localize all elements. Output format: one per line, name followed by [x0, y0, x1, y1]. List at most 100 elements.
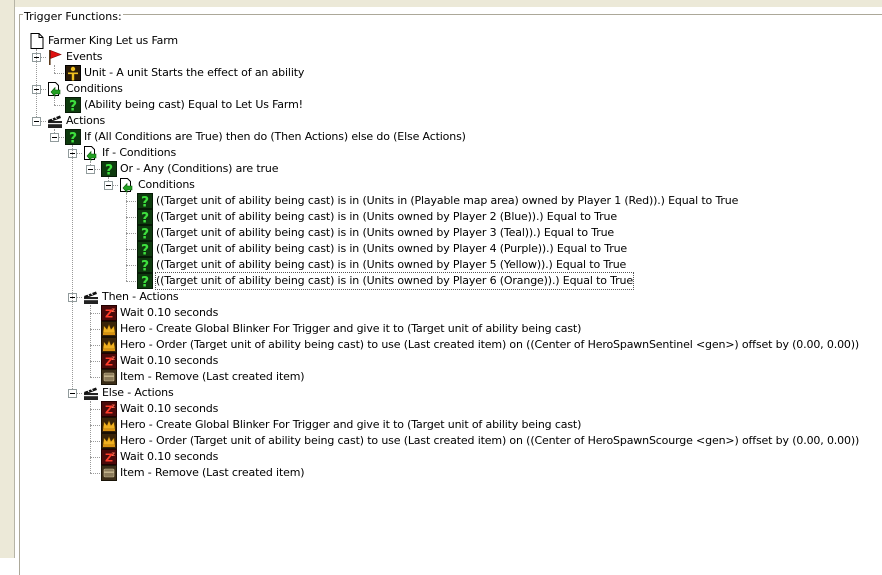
tree-item-label: If (All Conditions are True) then do (Th… — [84, 130, 466, 143]
condition-question-icon: ? — [137, 209, 153, 225]
tree-item-target-unit-of-ability-being-cast-is-in-units-in[interactable]: ? ((Target unit of ability being cast) is… — [137, 193, 738, 209]
condition-question-icon: ? — [137, 225, 153, 241]
tree-item-if-all-conditions-are-true-then-do-then-actions-[interactable]: ? If (All Conditions are True) then do (T… — [65, 129, 466, 145]
tree-item-label: ((Target unit of ability being cast) is … — [155, 272, 634, 290]
tree-item-ability-being-cast-equal-to-let-us-farm[interactable]: ? (Ability being cast) Equal to Let Us Fa… — [65, 97, 303, 113]
tree-item-wait-0-10-seconds[interactable]: Zz Wait 0.10 seconds — [101, 401, 218, 417]
tree-item-hero-create-global-blinker-for-trigger-and-give-[interactable]: Hero - Create Global Blinker For Trigger… — [101, 417, 581, 433]
tree-item-hero-order-target-unit-of-ability-being-cast-to-[interactable]: Hero - Order (Target unit of ability bei… — [101, 433, 859, 449]
tree-connector — [54, 65, 55, 73]
svg-text:z: z — [111, 403, 115, 410]
tree-item-unit-a-unit-starts-the-effect-of-an-ability[interactable]: Unit - A unit Starts the effect of an ab… — [65, 65, 304, 81]
tree-item-label: Hero - Order (Target unit of ability bei… — [120, 434, 860, 447]
tree-item-label: Else - Actions — [102, 386, 174, 399]
tree-item-label: (Ability being cast) Equal to Let Us Far… — [84, 98, 303, 111]
tree-item-label: Then - Actions — [102, 290, 179, 303]
tree-connector — [54, 73, 64, 74]
hero-icon — [101, 417, 117, 433]
tree-item-label: Or - Any (Conditions) are true — [120, 162, 279, 175]
wait-icon: Zz — [101, 353, 117, 369]
tree-item-label: Hero - Create Global Blinker For Trigger… — [120, 322, 582, 335]
tree-connector — [54, 97, 55, 105]
collapse-toggle[interactable] — [50, 133, 59, 142]
tree-connector — [90, 329, 100, 330]
tree-item-label: Hero - Create Global Blinker For Trigger… — [120, 418, 582, 431]
tree-connector — [54, 105, 64, 106]
tree-item-target-unit-of-ability-being-cast-is-in-units-ow[interactable]: ? ((Target unit of ability being cast) is… — [137, 257, 626, 273]
condition-question-icon: ? — [137, 193, 153, 209]
item-icon — [101, 369, 117, 385]
svg-text:?: ? — [141, 210, 149, 225]
tree-connector — [90, 345, 100, 346]
tree-connector — [90, 313, 100, 314]
collapse-toggle[interactable] — [86, 165, 95, 174]
hero-icon — [101, 433, 117, 449]
tree-connector — [72, 145, 73, 393]
tree-item-hero-create-global-blinker-for-trigger-and-give-[interactable]: Hero - Create Global Blinker For Trigger… — [101, 321, 581, 337]
tree-item-label: Unit - A unit Starts the effect of an ab… — [84, 66, 305, 79]
tree-item-actions[interactable]: Actions — [47, 113, 105, 129]
tree-item-wait-0-10-seconds[interactable]: Zz Wait 0.10 seconds — [101, 353, 218, 369]
svg-text:?: ? — [141, 194, 149, 209]
svg-text:z: z — [111, 307, 115, 314]
tree-item-label: Actions — [66, 114, 106, 127]
tree-item-target-unit-of-ability-being-cast-is-in-units-ow[interactable]: ? ((Target unit of ability being cast) is… — [137, 272, 634, 290]
svg-text:z: z — [111, 451, 115, 458]
tree-item-if-conditions[interactable]: If - Conditions — [83, 145, 176, 161]
tree-item-label: ((Target unit of ability being cast) is … — [156, 194, 739, 207]
actions-icon — [47, 113, 63, 129]
conditions-icon — [119, 177, 135, 193]
tree-connector — [90, 457, 100, 458]
tree-connector — [90, 425, 100, 426]
tree-item-label: Wait 0.10 seconds — [120, 354, 219, 367]
tree-connector — [126, 281, 136, 282]
tree-item-item-remove-last-created-item[interactable]: Item - Remove (Last created item) — [101, 465, 305, 481]
condition-question-icon: ? — [101, 161, 117, 177]
svg-text:?: ? — [141, 226, 149, 241]
tree-connector — [90, 473, 100, 474]
tree-item-target-unit-of-ability-being-cast-is-in-units-ow[interactable]: ? ((Target unit of ability being cast) is… — [137, 241, 627, 257]
tree-item-then-actions[interactable]: Then - Actions — [83, 289, 179, 305]
trigger-tree[interactable]: Farmer King Let us Farm Events Unit - A un… — [0, 0, 882, 558]
tree-item-label: Farmer King Let us Farm — [48, 34, 178, 47]
tree-item-target-unit-of-ability-being-cast-is-in-units-ow[interactable]: ? ((Target unit of ability being cast) is… — [137, 209, 617, 225]
tree-item-item-remove-last-created-item[interactable]: Item - Remove (Last created item) — [101, 369, 305, 385]
tree-item-target-unit-of-ability-being-cast-is-in-units-ow[interactable]: ? ((Target unit of ability being cast) is… — [137, 225, 614, 241]
svg-text:?: ? — [141, 242, 149, 257]
tree-connector — [126, 233, 136, 234]
collapse-toggle[interactable] — [104, 181, 113, 190]
svg-text:?: ? — [69, 98, 77, 113]
tree-item-label: ((Target unit of ability being cast) is … — [156, 258, 627, 271]
unit-event-icon — [65, 65, 81, 81]
tree-item-label: Hero - Order (Target unit of ability bei… — [120, 338, 860, 351]
svg-text:?: ? — [141, 258, 149, 273]
tree-item-or-any-conditions-are-true[interactable]: ? Or - Any (Conditions) are true — [101, 161, 278, 177]
tree-connector — [90, 409, 100, 410]
tree-connector — [126, 201, 136, 202]
tree-item-conditions[interactable]: Conditions — [119, 177, 195, 193]
tree-item-wait-0-10-seconds[interactable]: Zz Wait 0.10 seconds — [101, 305, 218, 321]
item-icon — [101, 465, 117, 481]
tree-item-hero-order-target-unit-of-ability-being-cast-to-[interactable]: Hero - Order (Target unit of ability bei… — [101, 337, 859, 353]
collapse-toggle[interactable] — [68, 389, 77, 398]
tree-item-wait-0-10-seconds[interactable]: Zz Wait 0.10 seconds — [101, 449, 218, 465]
red-flag-icon — [47, 49, 63, 65]
tree-connector — [90, 377, 100, 378]
actions-icon — [83, 385, 99, 401]
tree-connector — [126, 265, 136, 266]
tree-item-label: Wait 0.10 seconds — [120, 402, 219, 415]
condition-question-icon: ? — [65, 129, 81, 145]
tree-connector — [90, 441, 100, 442]
actions-icon — [83, 289, 99, 305]
svg-text:?: ? — [105, 162, 113, 177]
tree-connector — [90, 401, 91, 473]
tree-item-farmer-king-let-us-farm[interactable]: Farmer King Let us Farm — [29, 33, 178, 49]
tree-item-else-actions[interactable]: Else - Actions — [83, 385, 174, 401]
condition-question-icon: ? — [137, 241, 153, 257]
tree-item-label: Item - Remove (Last created item) — [120, 370, 305, 383]
tree-item-events[interactable]: Events — [47, 49, 102, 65]
condition-question-icon: ? — [137, 257, 153, 273]
tree-item-conditions[interactable]: Conditions — [47, 81, 123, 97]
collapse-toggle[interactable] — [32, 117, 41, 126]
wait-icon: Zz — [101, 305, 117, 321]
